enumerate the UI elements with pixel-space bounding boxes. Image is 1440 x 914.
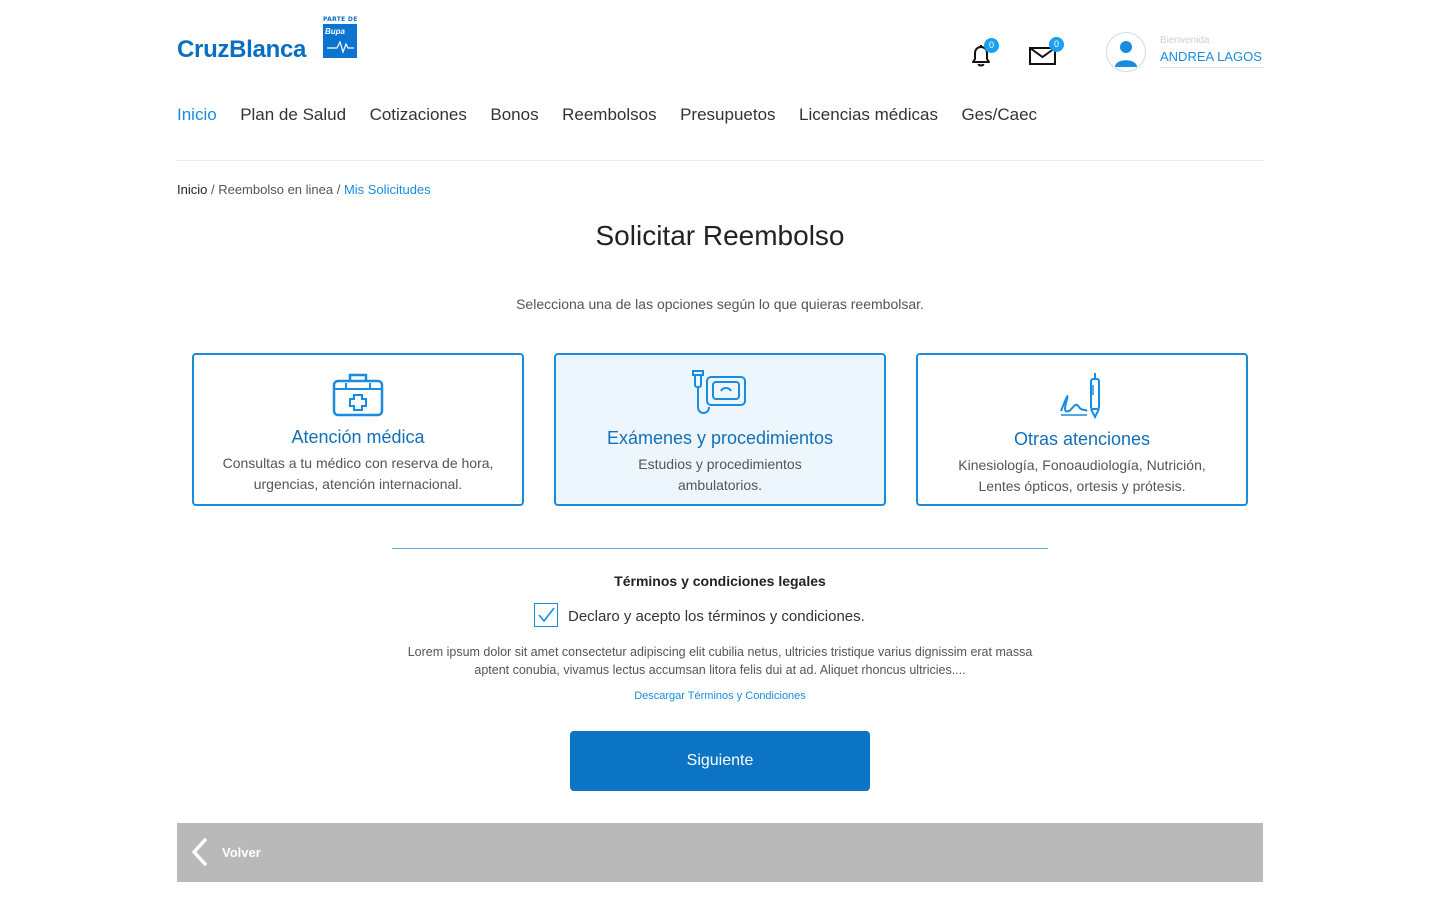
logo-text: CruzBlanca: [177, 36, 307, 63]
download-terms-link[interactable]: Descargar Términos y Condiciones: [0, 690, 1440, 702]
nav-item-reembolsos[interactable]: Reembolsos: [562, 105, 657, 125]
footer-bar: [177, 823, 1263, 882]
terms-title: Términos y condiciones legales: [614, 573, 826, 589]
bupa-pulse-icon: [327, 40, 354, 54]
back-button[interactable]: Volver: [190, 836, 261, 868]
user-icon: [1115, 41, 1137, 67]
breadcrumb-current[interactable]: Mis Solicitudes: [344, 182, 431, 197]
nav-item-licencias-medicas[interactable]: Licencias médicas: [799, 105, 938, 125]
pen-signature-icon: [1060, 373, 1100, 420]
card-otras-atenciones[interactable]: Otras atenciones Kinesiología, Fonoaudio…: [916, 353, 1248, 506]
nav-item-plan-de-salud[interactable]: Plan de Salud: [240, 105, 346, 125]
terms-checkbox[interactable]: [534, 603, 558, 627]
page-title: Solicitar Reembolso: [595, 220, 845, 251]
breadcrumb: Inicio / Reembolso en linea / Mis Solici…: [177, 182, 431, 197]
nav-item-ges-caec[interactable]: Ges/Caec: [961, 105, 1037, 125]
breadcrumb-separator: /: [333, 182, 344, 197]
card-examenes-procedimientos[interactable]: Exámenes y procedimientos Estudios y pro…: [554, 353, 886, 506]
card-title: Exámenes y procedimientos: [606, 428, 834, 448]
card-description: Consultas a tu médico con reserva de hor…: [222, 455, 494, 492]
messages-button[interactable]: 0: [1028, 37, 1064, 66]
terms-text: Lorem ipsum dolor sit amet consectetur a…: [407, 645, 1033, 677]
checkmark-icon: [538, 607, 555, 623]
breadcrumb-reembolso-en-linea[interactable]: Reembolso en linea: [218, 182, 333, 197]
next-button[interactable]: Siguiente: [570, 731, 870, 791]
nav-divider: [177, 160, 1263, 161]
card-description: Estudios y procedimientos ambulatorios.: [638, 456, 802, 493]
avatar[interactable]: [1106, 32, 1146, 72]
section-divider: [392, 548, 1048, 549]
ultrasound-icon: [692, 370, 746, 414]
chevron-left-icon: [192, 838, 207, 866]
bupa-logo: Bupa: [323, 24, 357, 58]
notifications-button[interactable]: 0: [968, 38, 999, 68]
card-atencion-medica[interactable]: Atención médica Consultas a tu médico co…: [192, 353, 524, 506]
breadcrumb-separator: /: [207, 182, 219, 197]
logo-parte-de: PARTE DE: [323, 16, 358, 23]
nav-item-cotizaciones[interactable]: Cotizaciones: [370, 105, 467, 125]
nav-item-presupuetos[interactable]: Presupuetos: [680, 105, 775, 125]
nav-item-bonos[interactable]: Bonos: [490, 105, 538, 125]
back-label: Volver: [222, 844, 261, 860]
notifications-badge: 0: [984, 38, 999, 53]
cruzblanca-logo[interactable]: CruzBlanca PARTE DE Bupa: [177, 16, 367, 66]
page-subtitle: Selecciona una de las opciones según lo …: [516, 296, 924, 312]
nav-item-inicio[interactable]: Inicio: [177, 105, 217, 125]
card-title: Otras atenciones: [1013, 429, 1151, 449]
terms-checkbox-label[interactable]: Declaro y acepto los términos y condicio…: [568, 608, 865, 625]
user-name-link[interactable]: ANDREA LAGOS: [1160, 49, 1264, 68]
medical-kit-icon: [332, 373, 384, 417]
messages-badge: 0: [1049, 37, 1064, 52]
card-description: Kinesiología, Fonoaudiología, Nutrición,…: [958, 457, 1206, 494]
main-nav: Inicio Plan de Salud Cotizaciones Bonos …: [177, 105, 1061, 125]
welcome-text: Bienvenida: [1160, 35, 1210, 46]
card-title: Atención médica: [291, 427, 425, 447]
breadcrumb-home[interactable]: Inicio: [177, 182, 207, 197]
